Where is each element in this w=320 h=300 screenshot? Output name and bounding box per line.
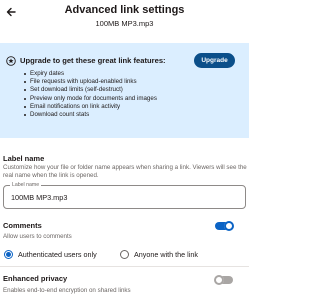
comments-toggle[interactable] [215,221,234,231]
page-title: Advanced link settings [64,4,185,16]
privacy-title: Enhanced privacy [3,274,68,283]
list-item: Expiry dates [24,70,157,78]
radio-label: Anyone with the link [134,250,198,259]
star-icon [6,56,16,66]
radio-button[interactable] [4,250,13,259]
radio-authenticated-users[interactable]: Authenticated users only [4,250,97,259]
list-item: File requests with upload-enabled links [24,78,157,86]
list-item: Email notifications on link activity [24,103,157,111]
toggle-knob [214,275,224,285]
upgrade-panel: Upgrade to get these great link features… [0,43,249,138]
label-name-input[interactable] [11,193,236,202]
label-name-title: Label name [3,154,45,163]
comments-title: Comments [3,221,42,230]
label-name-field[interactable]: Label name [3,182,246,209]
field-label: Label name [10,182,42,188]
radio-label: Authenticated users only [18,250,97,259]
upgrade-heading: Upgrade to get these great link features… [20,56,166,65]
divider [0,266,249,267]
feature-list: Expiry dates File requests with upload-e… [24,70,157,119]
privacy-description: Enables end-to-end encryption on shared … [3,287,131,294]
privacy-toggle[interactable] [214,275,233,285]
list-item: Set download limits (self-destruct) [24,86,157,94]
list-item: Preview only mode for documents and imag… [24,94,157,102]
label-name-description: Customize how your file or folder name a… [3,164,247,179]
file-name: 100MB MP3.mp3 [95,19,154,28]
comments-description: Allow users to comments [3,233,72,240]
list-item: Download count stats [24,111,157,119]
header: Advanced link settings 100MB MP3.mp3 [0,0,249,36]
radio-anyone-with-link[interactable]: Anyone with the link [120,250,198,259]
upgrade-button[interactable]: Upgrade [194,53,235,68]
toggle-knob [224,221,234,231]
radio-button[interactable] [120,250,129,259]
